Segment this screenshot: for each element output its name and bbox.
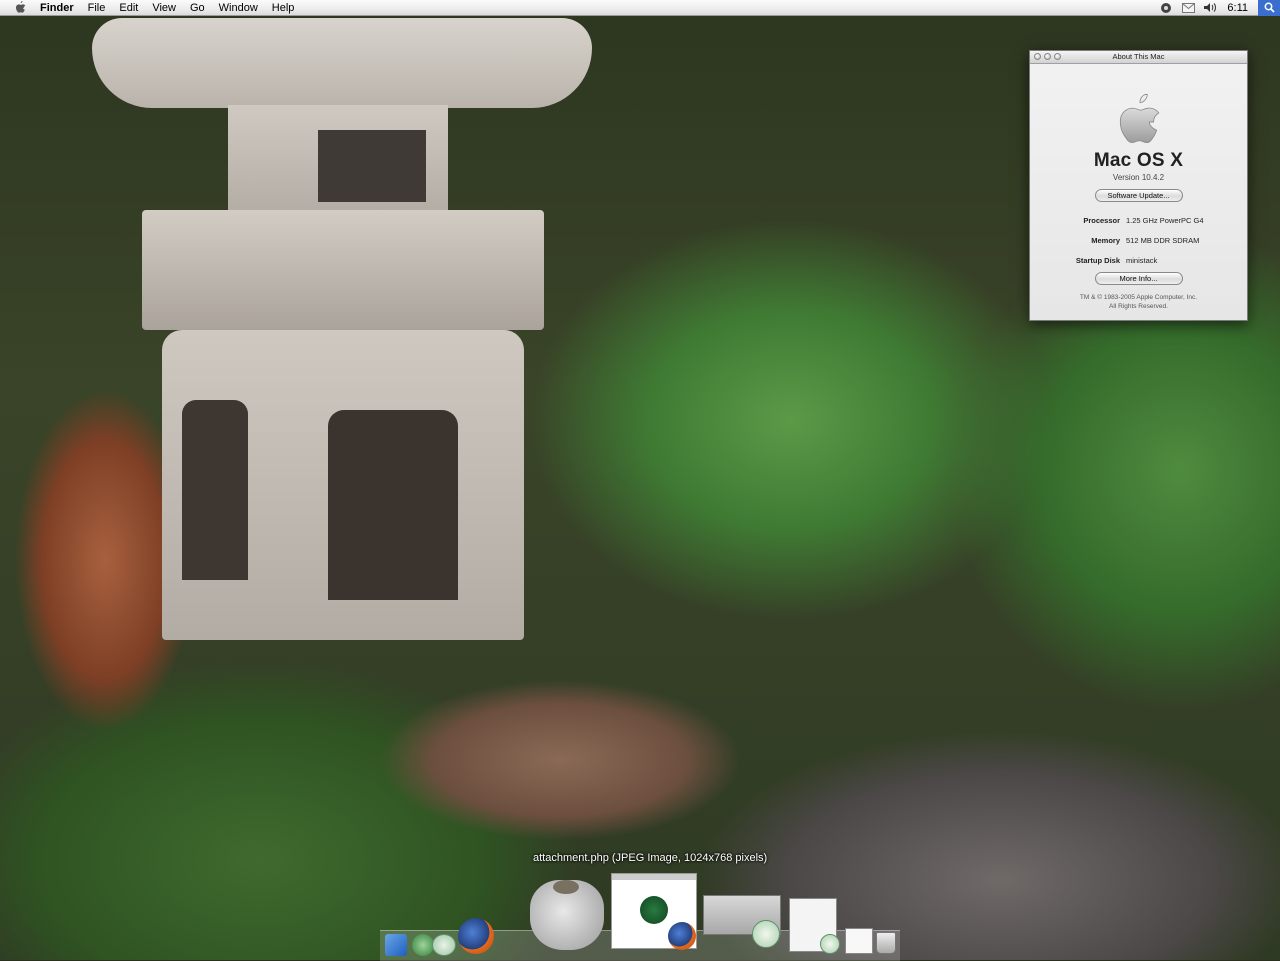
copyright-notice: TM & © 1983-2005 Apple Computer, Inc. Al… bbox=[1030, 293, 1247, 311]
mail-menu-extra[interactable] bbox=[1177, 0, 1199, 16]
spec-list: Processor 1.25 GHz PowerPC G4 Memory 512… bbox=[1030, 210, 1247, 270]
os-name: Mac OS X bbox=[1093, 150, 1184, 171]
status-menu-extra[interactable] bbox=[1155, 0, 1177, 16]
menu-edit[interactable]: Edit bbox=[112, 0, 145, 16]
speaker-icon bbox=[1204, 3, 1217, 12]
thumbnail-titlebar bbox=[612, 874, 696, 880]
copyright-line: TM & © 1983-2005 Apple Computer, Inc. bbox=[1079, 294, 1198, 301]
menu-clock[interactable]: 6:11 bbox=[1221, 2, 1258, 14]
apple-menu[interactable] bbox=[0, 0, 40, 16]
volume-menu-extra[interactable] bbox=[1199, 0, 1221, 16]
copyright-line: All Rights Reserved. bbox=[1109, 303, 1168, 310]
envelope-icon bbox=[1181, 2, 1195, 13]
zoom-button[interactable] bbox=[1054, 53, 1061, 60]
spec-value: 1.25 GHz PowerPC G4 bbox=[1126, 215, 1204, 225]
spec-row-processor: Processor 1.25 GHz PowerPC G4 bbox=[1030, 210, 1247, 230]
spec-key: Startup Disk bbox=[1075, 255, 1120, 265]
firefox-badge-icon bbox=[668, 922, 696, 950]
script-menu-icon bbox=[1161, 2, 1172, 13]
stone-jar-lid-icon bbox=[553, 880, 579, 894]
lantern-roof bbox=[92, 18, 592, 108]
spotlight-button[interactable] bbox=[1258, 0, 1280, 16]
menu-file[interactable]: File bbox=[81, 0, 113, 16]
finder-dock-icon[interactable] bbox=[385, 934, 407, 956]
spec-key: Processor bbox=[1083, 215, 1120, 225]
itunes-badge-icon bbox=[752, 920, 780, 948]
spec-row-memory: Memory 512 MB DDR SDRAM bbox=[1030, 230, 1247, 250]
spec-value: ministack bbox=[1126, 255, 1158, 265]
spec-key: Memory bbox=[1091, 235, 1120, 245]
ichat-dock-icon[interactable] bbox=[412, 934, 434, 956]
menu-help[interactable]: Help bbox=[265, 0, 302, 16]
itunes-badge-small-icon bbox=[820, 934, 840, 954]
window-titlebar[interactable]: About This Mac bbox=[1030, 51, 1247, 64]
lantern-opening-left bbox=[182, 400, 248, 580]
spreadsheet-dock-icon[interactable] bbox=[845, 928, 873, 954]
spec-row-startup-disk: Startup Disk ministack bbox=[1030, 250, 1247, 270]
lantern-opening-right bbox=[328, 410, 458, 600]
lantern-window bbox=[318, 130, 426, 202]
trash-icon[interactable] bbox=[876, 932, 896, 954]
firefox-dock-icon[interactable] bbox=[458, 918, 494, 954]
spotlight-icon bbox=[1264, 2, 1275, 13]
menu-view[interactable]: View bbox=[145, 0, 183, 16]
dock-hover-label: attachment.php (JPEG Image, 1024x768 pix… bbox=[533, 852, 768, 864]
os-version: Version 10.4.2 bbox=[1112, 173, 1165, 182]
apple-logo bbox=[1030, 94, 1247, 148]
window-controls bbox=[1034, 53, 1061, 60]
software-update-button[interactable]: Software Update... bbox=[1094, 189, 1183, 202]
menu-extras: 6:11 bbox=[1155, 0, 1280, 16]
menu-go[interactable]: Go bbox=[183, 0, 212, 16]
menu-bar: Finder File Edit View Go Window Help 6:1… bbox=[0, 0, 1280, 16]
lantern-middle bbox=[142, 210, 544, 330]
menu-app-finder[interactable]: Finder bbox=[40, 0, 81, 16]
close-button[interactable] bbox=[1034, 53, 1041, 60]
menu-window[interactable]: Window bbox=[212, 0, 265, 16]
itunes-dock-icon[interactable] bbox=[432, 934, 456, 956]
apple-icon bbox=[15, 1, 25, 13]
celtic-emblem-icon bbox=[640, 896, 668, 924]
apple-logo-icon bbox=[1119, 94, 1159, 144]
spec-value: 512 MB DDR SDRAM bbox=[1126, 235, 1200, 245]
about-this-mac-window: About This Mac Mac OS X Version 10.4.2 S… bbox=[1029, 50, 1248, 321]
more-info-button[interactable]: More Info... bbox=[1094, 272, 1183, 285]
window-title: About This Mac bbox=[1112, 52, 1165, 61]
minimize-button[interactable] bbox=[1044, 53, 1051, 60]
